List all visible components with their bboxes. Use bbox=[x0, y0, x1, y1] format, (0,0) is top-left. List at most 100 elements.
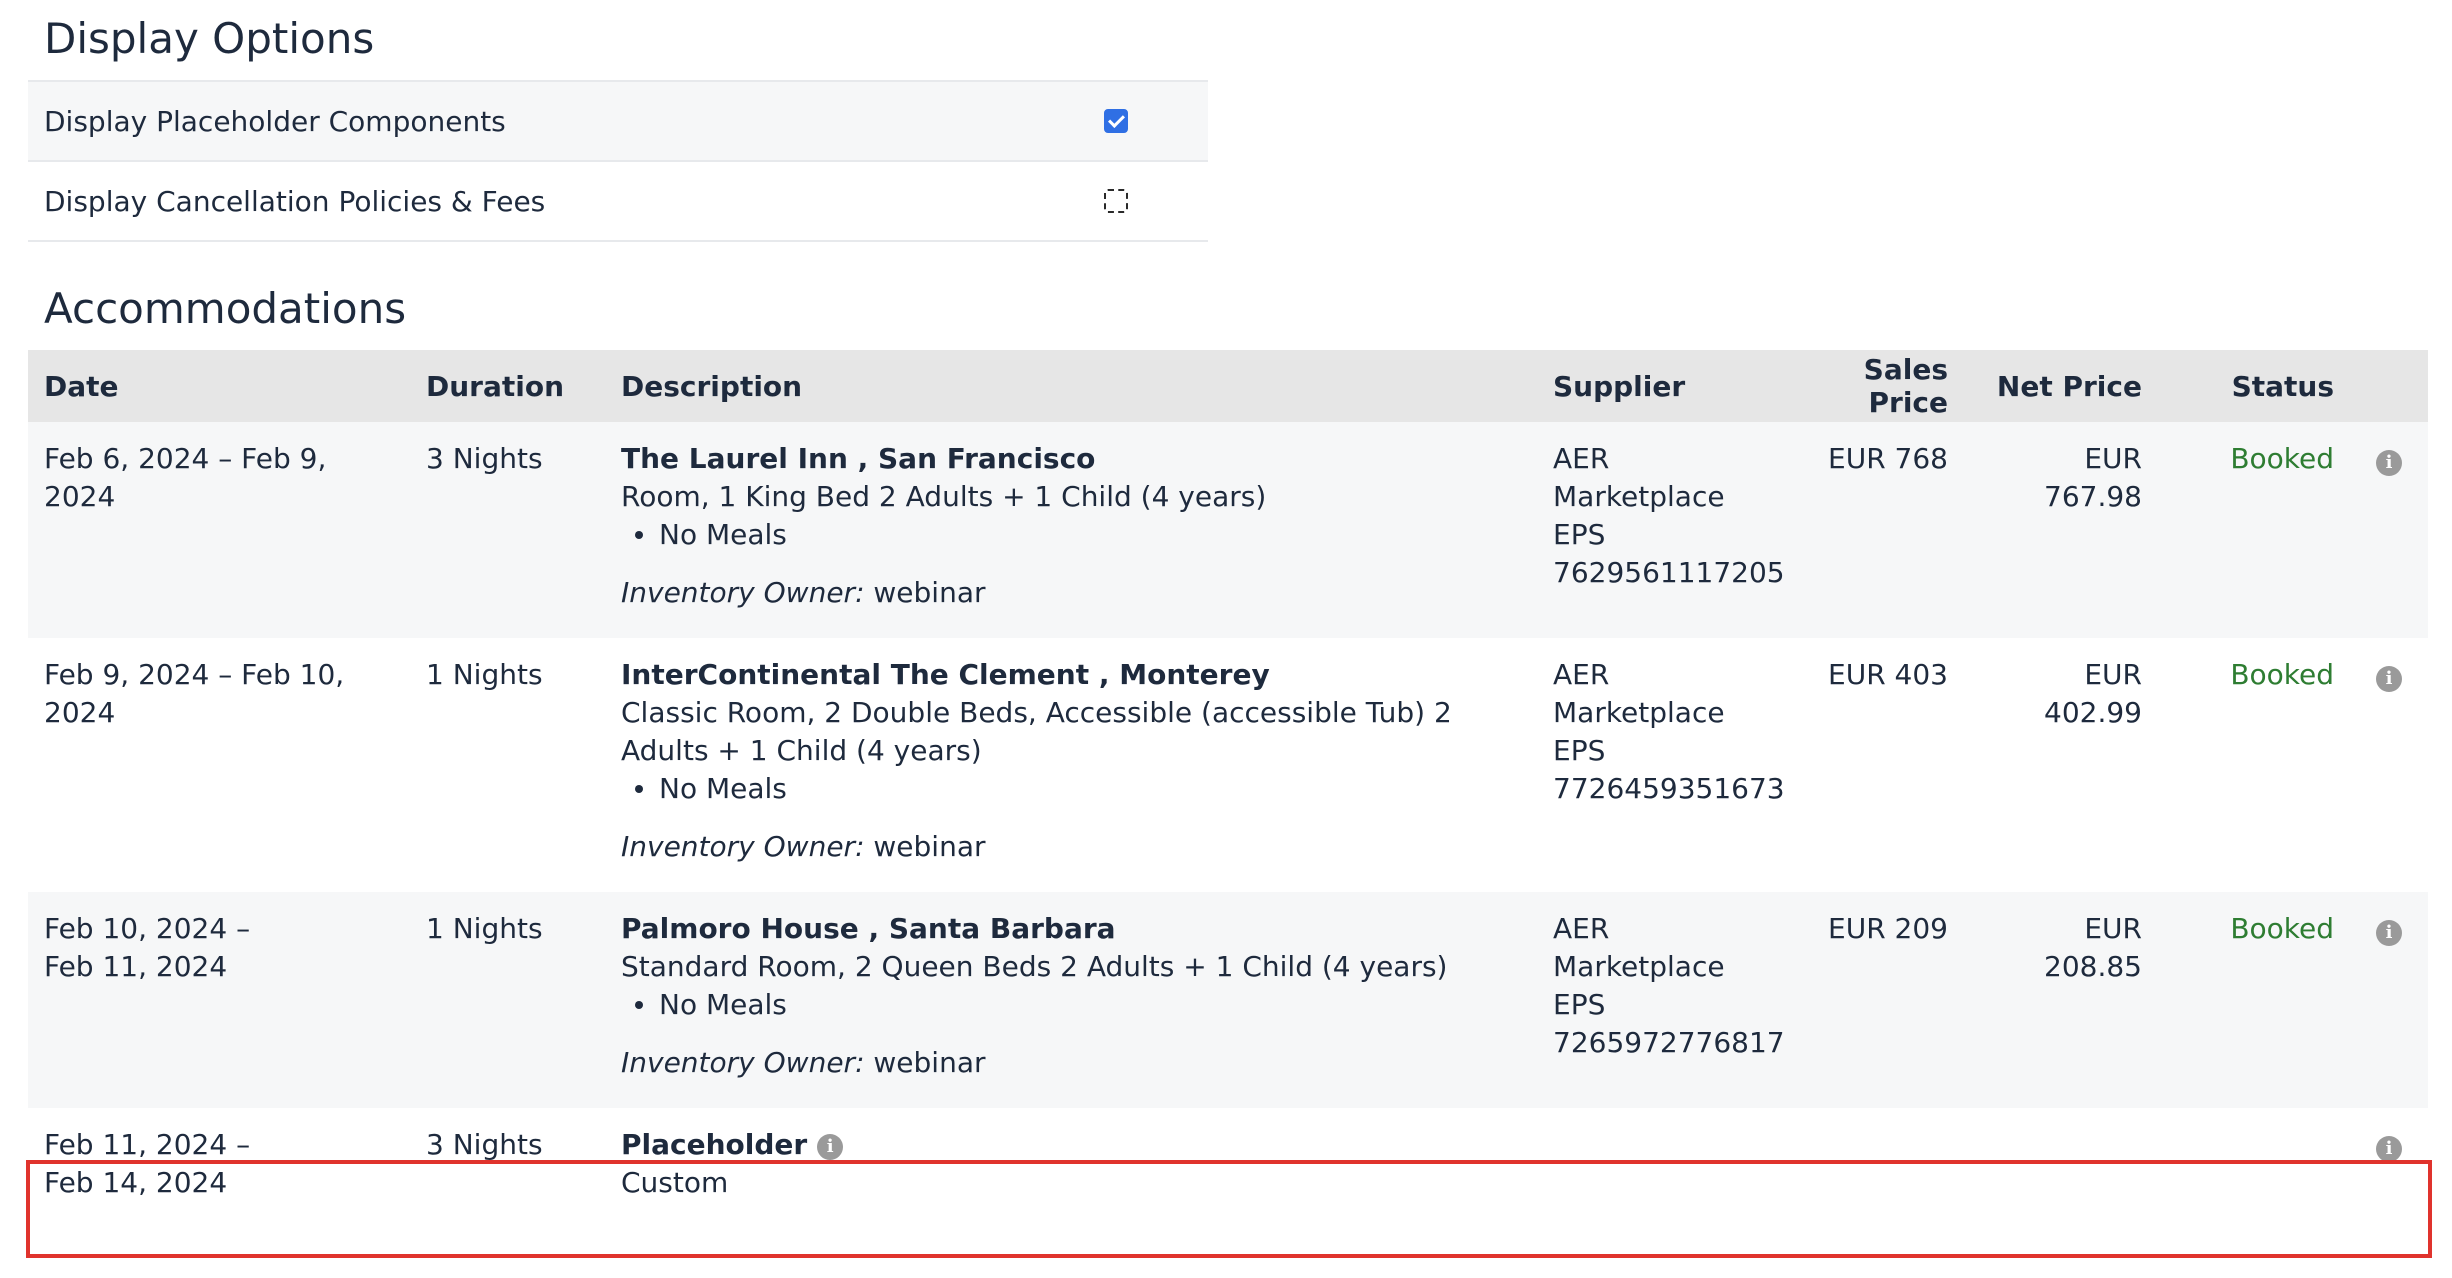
inventory-owner: Inventory Owner: webinar bbox=[621, 828, 1521, 866]
net-price-cell: EUR 767.98 bbox=[1964, 422, 2158, 638]
supplier-reference: 7265972776817 bbox=[1553, 1026, 1785, 1059]
info-circle-icon[interactable]: i bbox=[2376, 666, 2402, 692]
inventory-owner-label: Inventory Owner: bbox=[621, 576, 865, 609]
supplier-line: Marketplace bbox=[1553, 696, 1725, 729]
option-cancellation-policies[interactable]: Display Cancellation Policies & Fees bbox=[28, 162, 1208, 242]
duration-cell: 1 Nights bbox=[426, 658, 543, 691]
accommodations-title: Accommodations bbox=[44, 284, 407, 333]
sales-price-cell: EUR 209 bbox=[1772, 892, 1964, 1108]
room-description: Standard Room, 2 Queen Beds 2 Adults + 1… bbox=[621, 950, 1448, 983]
status-cell bbox=[2158, 1108, 2350, 1228]
hotel-name: Palmoro House , Santa Barbara bbox=[621, 912, 1116, 945]
supplier-line: AER bbox=[1553, 658, 1610, 691]
display-options-title: Display Options bbox=[44, 14, 375, 63]
duration-cell: 3 Nights bbox=[426, 1128, 543, 1161]
supplier-line: Marketplace bbox=[1553, 950, 1725, 983]
supplier-line: EPS bbox=[1553, 734, 1606, 767]
inventory-owner-label: Inventory Owner: bbox=[621, 1046, 865, 1079]
column-header-actions bbox=[2350, 350, 2428, 422]
meals-item: No Meals bbox=[621, 986, 1521, 1024]
table-row: Feb 10, 2024 – Feb 11, 2024 1 Nights Pal… bbox=[28, 892, 2428, 1108]
net-price-cell: EUR 208.85 bbox=[1964, 892, 2158, 1108]
column-header-description: Description bbox=[605, 350, 1537, 422]
option-placeholder-components[interactable]: Display Placeholder Components bbox=[28, 80, 1208, 162]
bullet-icon bbox=[635, 785, 643, 793]
column-header-date: Date bbox=[28, 350, 410, 422]
description-cell: InterContinental The Clement , Monterey … bbox=[605, 638, 1537, 892]
room-description: Classic Room, 2 Double Beds, Accessible … bbox=[621, 696, 1452, 767]
supplier-line: EPS bbox=[1553, 518, 1606, 551]
meals-label: No Meals bbox=[659, 518, 787, 551]
status-badge: Booked bbox=[2158, 422, 2350, 638]
status-badge: Booked bbox=[2158, 892, 2350, 1108]
placeholder-row: Feb 11, 2024 – Feb 14, 2024 3 Nights Pla… bbox=[28, 1108, 2428, 1228]
description-cell: The Laurel Inn , San Francisco Room, 1 K… bbox=[605, 422, 1537, 638]
inventory-owner-label: Inventory Owner: bbox=[621, 830, 865, 863]
option-label: Display Placeholder Components bbox=[44, 104, 506, 138]
inventory-owner-value: webinar bbox=[873, 1046, 986, 1079]
inventory-owner-value: webinar bbox=[873, 830, 986, 863]
placeholder-type: Custom bbox=[621, 1166, 729, 1199]
bullet-icon bbox=[635, 1001, 643, 1009]
meals-item: No Meals bbox=[621, 516, 1521, 554]
table-row: Feb 9, 2024 – Feb 10, 2024 1 Nights Inte… bbox=[28, 638, 2428, 892]
accommodations-table: Date Duration Description Supplier Sales… bbox=[28, 350, 2428, 1228]
meals-item: No Meals bbox=[621, 770, 1521, 808]
actions-cell: i bbox=[2350, 638, 2428, 892]
supplier-cell: AER Marketplace EPS 7726459351673 bbox=[1537, 638, 1785, 892]
supplier-reference: 7629561117205 bbox=[1553, 556, 1785, 589]
inventory-owner: Inventory Owner: webinar bbox=[621, 574, 1521, 612]
date-cell: Feb 10, 2024 – Feb 11, 2024 bbox=[28, 892, 410, 1108]
meals-label: No Meals bbox=[659, 988, 787, 1021]
table-header-row: Date Duration Description Supplier Sales… bbox=[28, 350, 2428, 422]
room-description: Room, 1 King Bed 2 Adults + 1 Child (4 y… bbox=[621, 480, 1267, 513]
date-start: Feb 11, 2024 – bbox=[44, 1128, 251, 1161]
column-header-status: Status bbox=[2158, 350, 2350, 422]
inventory-owner-value: webinar bbox=[873, 576, 986, 609]
date-end: Feb 11, 2024 bbox=[44, 950, 228, 983]
column-header-net-price: Net Price bbox=[1964, 350, 2158, 422]
page: Display Options Display Placeholder Comp… bbox=[0, 0, 2452, 1278]
info-circle-icon[interactable]: i bbox=[2376, 450, 2402, 476]
sales-price-cell: EUR 403 bbox=[1828, 658, 1948, 691]
cancellation-policies-checkbox[interactable] bbox=[1104, 189, 1128, 213]
display-options-list: Display Placeholder Components Display C… bbox=[28, 80, 1208, 242]
net-price-cell: EUR 402.99 bbox=[2044, 658, 2142, 729]
actions-cell: i bbox=[2350, 1108, 2428, 1228]
placeholder-name: Placeholder bbox=[621, 1128, 808, 1161]
supplier-cell: AER Marketplace EPS 7265972776817 bbox=[1537, 892, 1785, 1108]
supplier-line: EPS bbox=[1553, 988, 1606, 1021]
placeholder-components-checkbox[interactable] bbox=[1104, 109, 1128, 133]
sales-price-cell bbox=[1772, 1108, 1964, 1228]
supplier-cell bbox=[1537, 1108, 1772, 1228]
description-cell: Palmoro House , Santa Barbara Standard R… bbox=[605, 892, 1537, 1108]
date-end: Feb 14, 2024 bbox=[44, 1166, 228, 1199]
table-row: Feb 6, 2024 – Feb 9, 2024 3 Nights The L… bbox=[28, 422, 2428, 638]
option-label: Display Cancellation Policies & Fees bbox=[44, 184, 546, 218]
hotel-name: The Laurel Inn , San Francisco bbox=[621, 442, 1096, 475]
date-cell: Feb 11, 2024 – Feb 14, 2024 bbox=[28, 1108, 410, 1228]
date-start: Feb 10, 2024 – bbox=[44, 912, 251, 945]
net-price-cell bbox=[1964, 1108, 2158, 1228]
duration-cell: 3 Nights bbox=[410, 422, 605, 638]
supplier-line: AER bbox=[1553, 442, 1610, 475]
supplier-line: Marketplace bbox=[1553, 480, 1725, 513]
column-header-duration: Duration bbox=[410, 350, 605, 422]
description-cell: Placeholder i Custom bbox=[605, 1108, 1537, 1228]
hotel-name: InterContinental The Clement , Monterey bbox=[621, 658, 1270, 691]
inventory-owner: Inventory Owner: webinar bbox=[621, 1044, 1521, 1082]
date-cell: Feb 6, 2024 – Feb 9, 2024 bbox=[28, 422, 410, 638]
info-circle-icon[interactable]: i bbox=[2376, 920, 2402, 946]
info-circle-icon[interactable]: i bbox=[2376, 1136, 2402, 1162]
placeholder-title: Placeholder i bbox=[621, 1126, 1521, 1164]
info-circle-icon[interactable]: i bbox=[817, 1134, 844, 1160]
meals-label: No Meals bbox=[659, 772, 787, 805]
actions-cell: i bbox=[2350, 422, 2428, 638]
sales-price-cell: EUR 768 bbox=[1772, 422, 1964, 638]
status-badge: Booked bbox=[2230, 658, 2334, 691]
actions-cell: i bbox=[2350, 892, 2428, 1108]
date-cell: Feb 9, 2024 – Feb 10, 2024 bbox=[44, 658, 345, 729]
column-header-supplier: Supplier bbox=[1537, 350, 1772, 422]
duration-cell: 1 Nights bbox=[410, 892, 605, 1108]
supplier-line: AER bbox=[1553, 912, 1610, 945]
